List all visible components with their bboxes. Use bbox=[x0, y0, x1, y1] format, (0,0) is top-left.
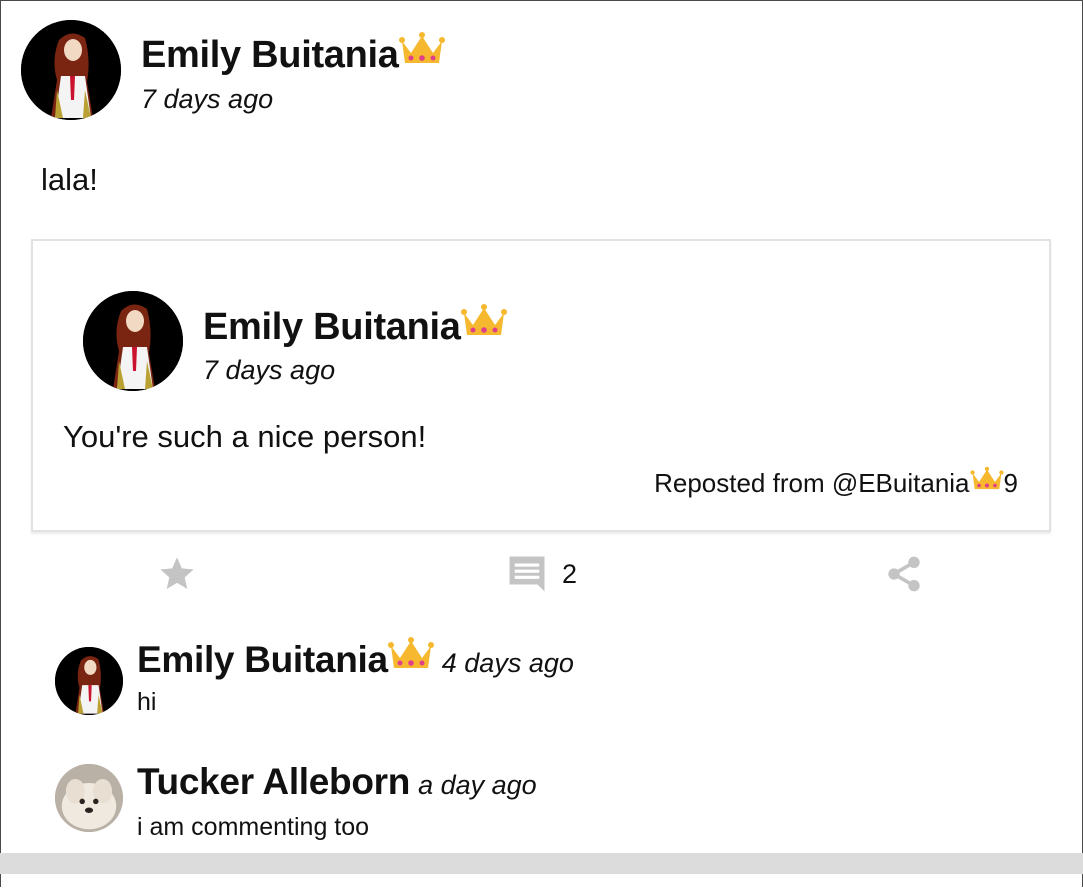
comment-author[interactable]: Tucker Alleborn bbox=[137, 761, 410, 802]
crown-icon bbox=[387, 637, 434, 668]
repost-text: You're such a nice person! bbox=[63, 419, 427, 454]
star-button[interactable] bbox=[156, 554, 198, 594]
section-divider bbox=[0, 853, 1083, 874]
repost-author-avatar[interactable] bbox=[83, 291, 183, 391]
comments-button[interactable]: 2 bbox=[506, 553, 577, 595]
share-icon bbox=[888, 556, 920, 592]
comment-icon bbox=[509, 556, 545, 592]
author-avatar[interactable] bbox=[21, 20, 121, 120]
comment-count: 2 bbox=[562, 558, 578, 589]
post-timestamp: 7 days ago bbox=[141, 84, 274, 114]
post-text: lala! bbox=[41, 162, 98, 197]
comment-avatar[interactable] bbox=[55, 647, 123, 715]
comment-timestamp: 4 days ago bbox=[441, 648, 574, 678]
comment-avatar[interactable] bbox=[55, 764, 123, 832]
crown-icon bbox=[460, 304, 507, 335]
repost-author-name[interactable]: Emily Buitania bbox=[203, 303, 507, 349]
repost-card[interactable]: Emily Buitania 7 days ago You're such a … bbox=[31, 239, 1051, 532]
comment-author[interactable]: Emily Buitania bbox=[137, 639, 388, 680]
author-name[interactable]: Emily Buitania bbox=[141, 31, 445, 77]
star-icon bbox=[160, 557, 194, 589]
comment-header: Emily Buitania 4 days ago bbox=[137, 636, 574, 681]
comment-timestamp: a day ago bbox=[418, 770, 537, 800]
repost-credit[interactable]: Reposted from @EBuitania 9 bbox=[654, 466, 1018, 499]
comment-header: Tucker Alleborn a day ago bbox=[137, 761, 537, 803]
comment-text: hi bbox=[137, 688, 157, 716]
comment-text: i am commenting too bbox=[137, 813, 370, 841]
share-button[interactable] bbox=[884, 554, 924, 594]
repost-timestamp: 7 days ago bbox=[203, 355, 336, 385]
crown-icon bbox=[398, 32, 445, 63]
crown-icon bbox=[969, 466, 1004, 490]
